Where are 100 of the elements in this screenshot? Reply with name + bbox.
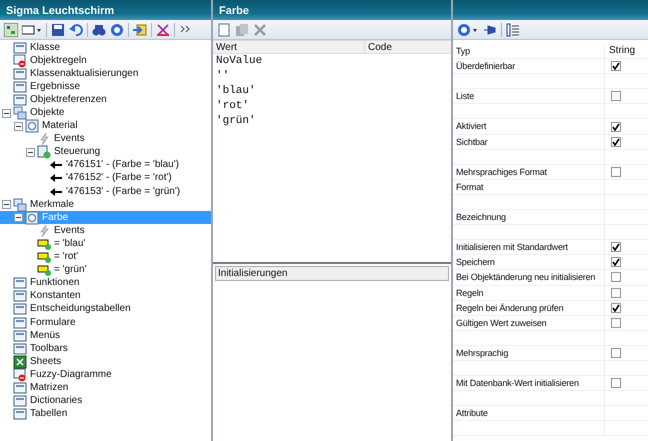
property-label: Bei Objektänderung neu initialisieren: [456, 272, 596, 282]
property-label: Regeln bei Änderung prüfen: [456, 302, 564, 313]
tree-item[interactable]: Tabellen: [28, 408, 70, 420]
tree-item[interactable]: Entscheidungstabellen: [28, 303, 133, 316]
document-icon: [13, 66, 27, 81]
checkbox[interactable]: [611, 288, 621, 298]
controls-icon: [37, 145, 51, 160]
tree-item[interactable]: Matrizen: [28, 382, 70, 394]
checkbox[interactable]: [611, 61, 621, 72]
tree-item[interactable]: '476153' - (Farbe = 'grün'): [64, 186, 182, 198]
property-label: Gültigen Wert zuweisen: [456, 318, 546, 328]
document-icon: [13, 316, 27, 330]
tree-view-icon[interactable]: [4, 22, 18, 36]
objects-icon: [13, 106, 27, 120]
delete-icon[interactable]: [253, 22, 267, 36]
checkbox[interactable]: [611, 257, 621, 268]
collapse-toggle[interactable]: [2, 108, 11, 118]
document-icon: [13, 328, 27, 343]
tree-item[interactable]: '476152' - (Farbe = 'rot'): [64, 172, 174, 184]
circle-dropdown-icon[interactable]: [457, 22, 479, 36]
tree-item[interactable]: Funktionen: [28, 277, 82, 290]
column-header[interactable]: Code: [365, 41, 435, 53]
undo-icon[interactable]: [69, 22, 83, 36]
tree-item[interactable]: Fuzzy-Diagramme: [28, 368, 114, 381]
tree-item[interactable]: = 'grün': [52, 264, 88, 276]
checkbox[interactable]: [611, 348, 621, 358]
document-icon: [13, 380, 27, 395]
tree-item[interactable]: Objekte: [28, 107, 66, 120]
property-label: Mehrsprachiges Format: [456, 166, 547, 177]
collapse-toggle[interactable]: [26, 148, 35, 157]
property-label: Initialisieren mit Standardwert: [456, 242, 568, 252]
save-icon[interactable]: [51, 22, 65, 36]
document-icon: [13, 40, 27, 55]
tree-item[interactable]: Objektreferenzen: [28, 94, 109, 106]
document-icon: [13, 276, 27, 290]
collapse-toggle[interactable]: [14, 213, 23, 222]
check-icon: [612, 62, 620, 70]
property-label: Überdefinierbar: [456, 61, 516, 72]
property-label: Format: [456, 182, 484, 192]
tree-item[interactable]: Konstanten: [28, 290, 83, 302]
tree-item[interactable]: Klasse: [28, 42, 62, 54]
circle-icon[interactable]: [110, 22, 124, 36]
document-icon: [13, 407, 27, 422]
collapse-toggle[interactable]: [2, 200, 11, 210]
document-icon: [13, 368, 27, 382]
tree-item[interactable]: Ergebnisse: [28, 80, 82, 93]
frame-dropdown-icon[interactable]: [22, 22, 42, 36]
document-icon: [13, 92, 27, 107]
document-icon: [13, 394, 27, 408]
objects-icon: [13, 198, 27, 212]
checkbox[interactable]: [611, 242, 621, 252]
table-cell[interactable]: NoValue: [213, 54, 451, 69]
tree-item[interactable]: Material: [40, 120, 80, 132]
property-label: Liste: [456, 91, 474, 102]
tree-item[interactable]: Events: [52, 224, 87, 237]
binoculars-icon[interactable]: [92, 22, 106, 36]
tree-item[interactable]: Merkmale: [28, 198, 76, 211]
tree-item[interactable]: Klassenaktualisierungen: [28, 68, 140, 80]
property-label: Typ: [456, 46, 470, 56]
collapse-toggle[interactable]: [14, 122, 23, 131]
property-label: Bezeichnung: [456, 212, 506, 222]
property-label: Regeln: [456, 288, 484, 298]
property-label: Sichtbar: [456, 136, 488, 147]
pin-icon[interactable]: [483, 22, 497, 36]
document-icon: [13, 302, 27, 316]
checkbox[interactable]: [611, 318, 621, 328]
checkbox[interactable]: [611, 122, 621, 132]
checkbox[interactable]: [611, 302, 621, 313]
spreadsheet-icon: [13, 354, 27, 369]
tree-item[interactable]: '476151' - (Farbe = 'blau'): [64, 159, 181, 172]
checkbox[interactable]: [611, 272, 621, 282]
new-document-icon[interactable]: [217, 22, 231, 36]
checkbox[interactable]: [611, 378, 621, 388]
tree-item[interactable]: Menüs: [28, 330, 62, 342]
table-cell[interactable]: 'rot': [213, 99, 451, 114]
arrow-right-icon[interactable]: [133, 22, 147, 36]
check-icon: [612, 304, 620, 312]
checkbox[interactable]: [611, 91, 621, 102]
tree-item[interactable]: Toolbars: [28, 342, 70, 355]
tree-item[interactable]: Dictionaries: [28, 395, 84, 408]
tree-item[interactable]: Steuerung: [52, 146, 102, 158]
circle-icon: [25, 210, 39, 225]
tag-icon: [37, 263, 51, 278]
tree-item[interactable]: Sheets: [28, 356, 64, 368]
tree-item[interactable]: Objektregeln: [28, 54, 89, 67]
tree-item[interactable]: Formulare: [28, 316, 78, 329]
column-header[interactable]: Wert: [213, 41, 365, 53]
property-label: Mehrsprachig: [456, 348, 508, 358]
cross-icon[interactable]: [156, 22, 170, 36]
document-icon: [13, 80, 27, 94]
checkbox[interactable]: [611, 166, 621, 177]
checkbox[interactable]: [611, 136, 621, 147]
tree-item[interactable]: = 'blau': [52, 238, 88, 250]
table-cell[interactable]: 'blau': [213, 84, 451, 99]
list-icon[interactable]: [506, 22, 520, 36]
property-label: Speichern: [456, 257, 495, 268]
tree-item[interactable]: Events: [52, 133, 87, 146]
tree-item[interactable]: = 'rot': [52, 251, 80, 264]
table-cell[interactable]: '': [213, 69, 451, 84]
table-cell[interactable]: 'grün': [213, 114, 451, 129]
